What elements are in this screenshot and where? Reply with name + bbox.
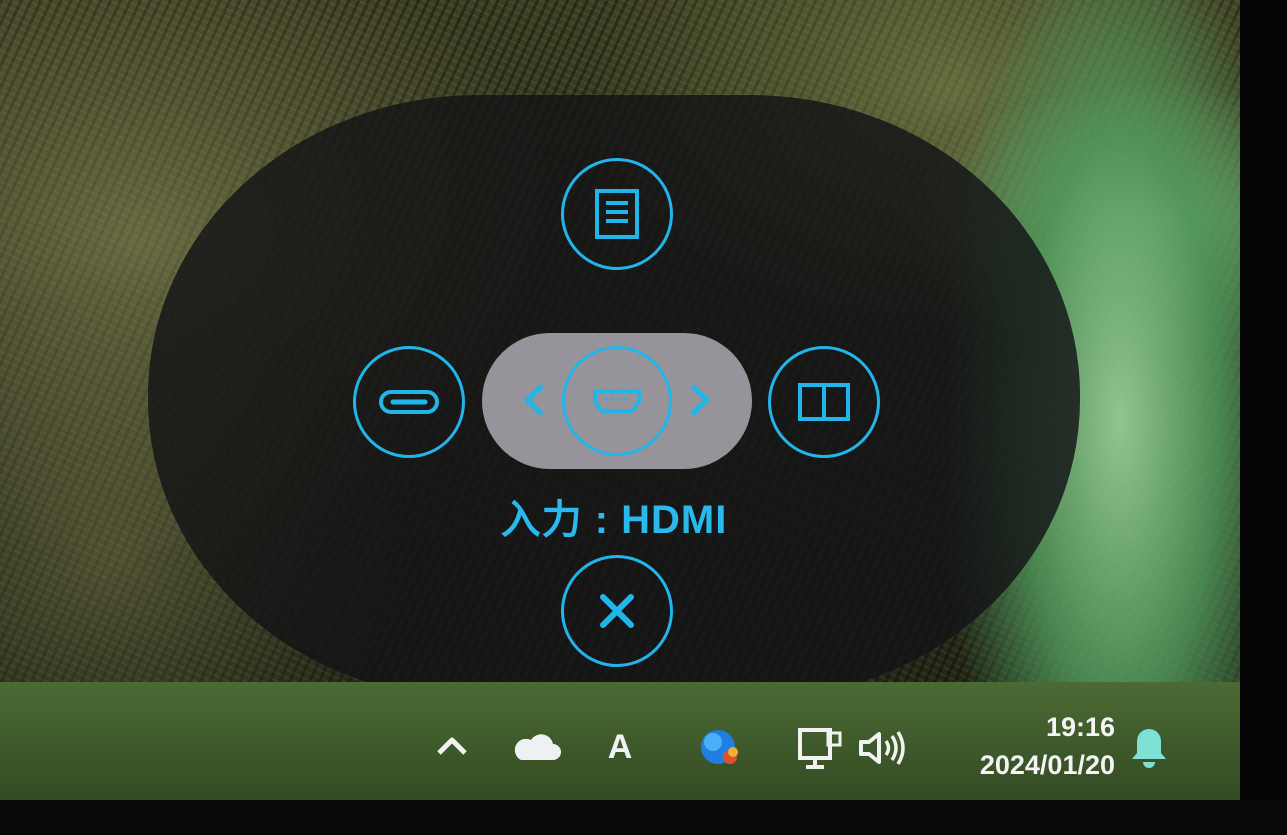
taskbar-clock[interactable]: 19:16 2024/01/20	[935, 704, 1115, 788]
osd-menu-button[interactable]	[561, 158, 673, 270]
copilot-icon	[701, 730, 738, 764]
network-tray-button[interactable]	[795, 725, 847, 773]
previous-input-arrow[interactable]	[522, 383, 546, 422]
volume-icon	[859, 731, 905, 765]
osd-input-selector	[482, 333, 752, 469]
chevron-right-icon	[690, 384, 710, 416]
windows-taskbar: A 19:16 2024/01/20	[0, 682, 1240, 800]
menu-icon	[595, 189, 639, 239]
network-icon	[798, 728, 842, 769]
monitor-bezel-bottom	[0, 800, 1287, 835]
clock-time: 19:16	[1045, 712, 1115, 742]
volume-tray-button[interactable]	[855, 727, 911, 769]
monitor-bezel-right	[1240, 0, 1287, 835]
close-icon	[600, 594, 634, 628]
usb-c-port-icon	[379, 390, 439, 414]
show-hidden-icons-button[interactable]	[432, 728, 472, 764]
onedrive-tray-button[interactable]	[510, 730, 562, 764]
osd-input-menu: 入力 : HDMI	[148, 95, 1080, 700]
next-input-arrow[interactable]	[688, 383, 712, 422]
onedrive-cloud-icon	[514, 734, 561, 760]
current-input-label: 入力 : HDMI	[500, 498, 728, 542]
clock-date: 2024/01/20	[979, 750, 1115, 780]
copilot-tray-button[interactable]	[693, 724, 745, 772]
osd-hdmi-input-button[interactable]	[562, 346, 672, 456]
split-screen-icon	[798, 383, 850, 421]
chevron-up-icon	[437, 737, 467, 755]
ime-mode-indicator[interactable]: A	[600, 724, 640, 770]
notification-bell-icon	[1132, 729, 1166, 768]
osd-close-button[interactable]	[561, 555, 673, 667]
notification-center-button[interactable]	[1124, 722, 1174, 774]
osd-usb-c-input-button[interactable]	[353, 346, 465, 458]
hdmi-port-icon	[593, 389, 641, 413]
chevron-left-icon	[524, 384, 544, 416]
osd-pbp-button[interactable]	[768, 346, 880, 458]
monitor-screen: 入力 : HDMI A 19:16 2024/01/20	[0, 0, 1240, 800]
